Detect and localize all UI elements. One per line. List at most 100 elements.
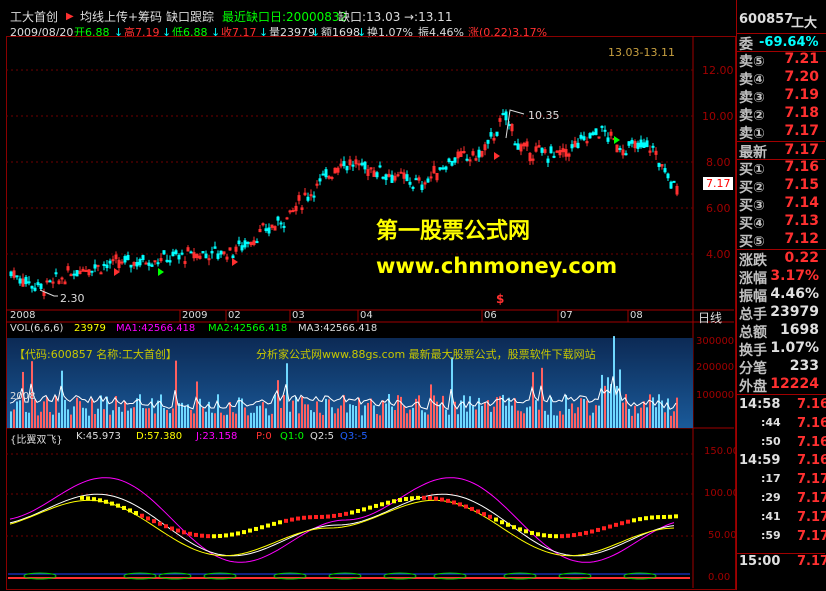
sell-4-row[interactable]: 卖④ 7.20 xyxy=(737,69,825,88)
signal-dot xyxy=(512,525,516,530)
signal-dot xyxy=(434,496,438,501)
signal-dot xyxy=(122,505,126,510)
buy-4-row[interactable]: 买④ 7.13 xyxy=(737,213,825,232)
tick-row: :17 7.17 xyxy=(761,472,826,487)
signal-dot xyxy=(452,500,456,505)
signal-dot xyxy=(524,529,528,534)
signal-dot xyxy=(224,533,228,538)
stat-volume: 总手 23979 xyxy=(739,304,819,323)
buy-1-row[interactable]: 买① 7.16 xyxy=(737,159,825,178)
weibi-value: -69.64% xyxy=(759,35,819,50)
indicator-chart[interactable] xyxy=(0,0,826,590)
signal-dot xyxy=(608,524,612,529)
signal-dot xyxy=(458,502,462,507)
kdj-q3: Q3:-5 xyxy=(340,431,368,442)
buy-2-row[interactable]: 买② 7.15 xyxy=(737,177,825,196)
tick-row: 15:00 7.17 xyxy=(737,553,826,573)
signal-dot xyxy=(674,514,678,519)
signal-dot xyxy=(494,517,498,522)
signal-dot xyxy=(596,527,600,532)
stat-amount: 总额 1698 xyxy=(739,322,819,341)
signal-dot xyxy=(146,516,150,521)
signal-dot xyxy=(602,526,606,531)
sell-3-row[interactable]: 卖③ 7.19 xyxy=(737,87,825,106)
quote-code: 600857 xyxy=(739,12,794,27)
sell-2-row[interactable]: 卖② 7.18 xyxy=(737,105,825,124)
kdj-q1: Q1:0 xyxy=(280,431,304,442)
signal-dot xyxy=(368,505,372,510)
signal-dot xyxy=(248,528,252,533)
signal-dot xyxy=(110,501,114,506)
signal-dot xyxy=(80,495,84,500)
signal-dot xyxy=(182,530,186,535)
tick-list[interactable]: 14:58 7.16 :44 7.16 :50 7.16 14:59 7.16 :17 7… xyxy=(737,394,826,591)
signal-dot xyxy=(410,496,414,501)
signal-dot xyxy=(482,512,486,517)
tick-row: 14:58 7.16 xyxy=(739,397,826,412)
stat-amplitude: 振幅 4.46% xyxy=(739,286,819,305)
signal-dot xyxy=(398,498,402,503)
signal-dot xyxy=(578,532,582,537)
signal-dot xyxy=(176,528,180,533)
signal-dot xyxy=(656,515,660,520)
signal-dot xyxy=(560,534,564,539)
signal-dot xyxy=(152,519,156,524)
signal-dot xyxy=(314,515,318,520)
signal-dot xyxy=(284,518,288,523)
signal-dot xyxy=(344,511,348,516)
signal-dot xyxy=(326,514,330,519)
signal-dot xyxy=(212,534,216,539)
signal-dot xyxy=(374,503,378,508)
buy-5-row[interactable]: 买⑤ 7.12 xyxy=(737,231,825,250)
kdj-p: P:0 xyxy=(256,431,272,442)
signal-dot xyxy=(614,522,618,527)
quote-panel: 600857 工大 委 -69.64% 卖⑤ 7.21 卖④ 7.20 卖③ 7.19… xyxy=(736,0,826,590)
signal-dot xyxy=(104,499,108,504)
signal-dot xyxy=(404,497,408,502)
signal-dot xyxy=(236,531,240,536)
kdj-j: J:23.158 xyxy=(196,431,238,442)
signal-dot xyxy=(392,499,396,504)
kdj-axis-100: 100.00 xyxy=(704,488,739,499)
kdj-title[interactable]: {比翼双飞} xyxy=(10,431,63,446)
stat-change-pct: 涨幅 3.17% xyxy=(739,268,819,287)
signal-dot xyxy=(218,533,222,538)
signal-dot xyxy=(638,517,642,522)
kdj-axis-0: 0.00 xyxy=(708,572,731,583)
latest-row: 最新 7.17 xyxy=(737,141,825,161)
signal-dot xyxy=(428,496,432,501)
signal-dot xyxy=(386,500,390,505)
stat-turnover: 换手 1.07% xyxy=(739,340,819,359)
signal-dot xyxy=(644,516,648,521)
signal-dot xyxy=(164,524,168,529)
stat-outer: 外盘 12224 xyxy=(739,376,819,395)
weibi-row: 委 -69.64% xyxy=(737,33,826,53)
sell-1-row[interactable]: 卖① 7.17 xyxy=(737,123,825,142)
signal-dot xyxy=(158,521,162,526)
signal-dot xyxy=(566,533,570,538)
signal-dot xyxy=(272,521,276,526)
signal-dot xyxy=(260,525,264,530)
signal-dot xyxy=(320,514,324,519)
indicator-line xyxy=(9,477,675,563)
signal-dot xyxy=(626,519,630,524)
signal-dot xyxy=(206,534,210,539)
sell-5-row[interactable]: 卖⑤ 7.21 xyxy=(737,51,825,70)
signal-dot xyxy=(278,520,282,525)
signal-dot xyxy=(584,530,588,535)
kdj-axis-50: 50.00 xyxy=(708,530,737,541)
signal-dot xyxy=(134,511,138,516)
signal-dot xyxy=(332,513,336,518)
tick-row: :29 7.17 xyxy=(761,491,826,506)
signal-dot xyxy=(650,515,654,520)
tick-row: :59 7.17 xyxy=(761,529,826,544)
signal-dot xyxy=(440,497,444,502)
signal-dot xyxy=(128,508,132,513)
signal-dot xyxy=(506,522,510,527)
signal-dot xyxy=(530,530,534,535)
signal-dot xyxy=(92,497,96,502)
signal-dot xyxy=(572,533,576,538)
buy-3-row[interactable]: 买③ 7.14 xyxy=(737,195,825,214)
stats-block: 涨跌 0.22 涨幅 3.17% 振幅 4.46% 总手 23979 总额 1698 换手… xyxy=(737,249,826,395)
tick-row: :44 7.16 xyxy=(761,416,826,431)
